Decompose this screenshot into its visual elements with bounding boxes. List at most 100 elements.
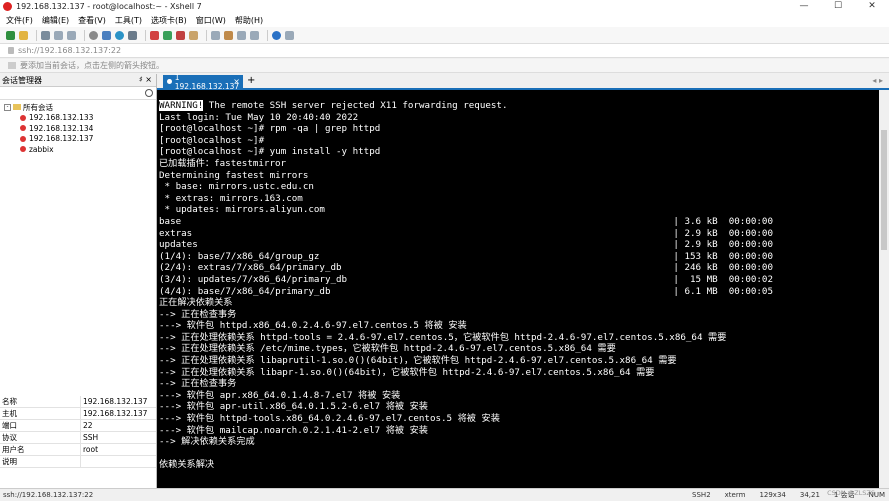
menu-tools[interactable]: 工具(T) [115,15,142,26]
menu-tabs[interactable]: 选项卡(B) [151,15,187,26]
menu-view[interactable]: 查看(V) [78,15,106,26]
search-icon[interactable] [145,89,153,97]
session-label: 192.168.132.137 [29,134,94,144]
property-key: 说明 [0,456,81,467]
property-value: 192.168.132.137 [83,409,148,418]
session-icon [20,135,26,142]
keyboard-icon[interactable] [211,30,220,40]
property-value: 192.168.132.137 [83,397,148,406]
menu-edit[interactable]: 编辑(E) [42,15,69,26]
scrollbar-thumb[interactable] [881,130,887,250]
record-icon[interactable] [176,30,185,40]
tree-folder-all-sessions[interactable]: - 所有会话 [0,102,156,113]
tab-nav-arrows-icon[interactable]: ◂ ▸ [872,76,883,85]
terminal-line: ---> 软件包 apr.x86_64.0.1.4.8-7.el7 将被 安装 [159,389,401,401]
terminal-line: WARNING! The remote SSH server rejected … [159,100,879,112]
tab-session-137[interactable]: 1 192.168.132.137 × [163,73,243,91]
session-manager-panel: 会话管理器 ♯ × - 所有会话 192.168.132.133 192.168… [0,74,157,488]
title-bar: 192.168.132.137 - root@localhost:~ - Xsh… [0,0,889,13]
property-value: 22 [83,421,93,430]
menu-help[interactable]: 帮助(H) [235,15,263,26]
terminal-line: * base: mirrors.ustc.edu.cn [159,181,314,193]
hint-text: 要添加当前会话，点击左侧的箭头按钮。 [20,61,164,70]
session-item[interactable]: 192.168.132.134 [0,123,156,134]
lock-icon[interactable] [189,30,198,40]
property-value [81,456,83,467]
session-manager-controls: ♯ × [139,75,152,84]
terminal-line: --> 正在检查事务 [159,378,237,390]
terminal-output[interactable]: WARNING! The remote SSH server rejected … [157,90,879,488]
terminal-line: Determining fastest mirrors [159,169,309,181]
fullscreen-icon[interactable] [237,30,246,40]
session-properties-table: 名称 192.168.132.137 主机 192.168.132.137 端口 22… [0,396,156,468]
tunnel-icon[interactable] [163,30,172,40]
terminal-line: (3/4): updates/7/x86_64/primary_db | 15 … [159,273,773,285]
terminal-line: extras | 2.9 kB 00:00:00 [159,227,773,239]
panel-close-icon[interactable]: × [145,75,152,84]
property-value: root [83,445,99,454]
toolbar-divider [267,29,268,41]
terminal-line: 依赖关系解决 [159,459,215,471]
status-address: ssh://192.168.132.137:22 [3,491,94,499]
terminal-line: * extras: mirrors.163.com [159,192,303,204]
close-button[interactable]: ✕ [855,0,889,13]
new-session-icon[interactable] [6,30,15,40]
compose-icon[interactable] [224,30,233,40]
session-icon [20,125,26,132]
help-icon[interactable] [272,30,281,40]
session-item[interactable]: 192.168.132.137 [0,134,156,145]
warning-message: The remote SSH server rejected X11 forwa… [203,100,508,111]
properties-icon[interactable] [102,30,111,40]
xshell-app-icon [3,2,12,11]
status-protocol: SSH2 [692,491,711,499]
info-icon [8,62,16,69]
terminal-line: Last login: Tue May 10 20:40:40 2022 [159,111,359,123]
globe-icon[interactable] [115,30,124,40]
watermark: CSDN @ZLSZS [827,489,875,497]
session-label: 192.168.132.134 [29,123,94,133]
property-row: 名称 192.168.132.137 [0,396,156,408]
terminal-line: 正在解决依赖关系 [159,297,233,309]
session-icon [20,114,26,121]
terminal-line: --> 正在处理依赖关系 httpd-tools = 2.4.6-97.el7.… [159,331,727,343]
add-tab-button[interactable]: + [247,75,255,86]
toolbar-divider [206,29,207,41]
status-cursor-pos: 34,21 [799,491,820,499]
menu-file[interactable]: 文件(F) [6,15,33,26]
reconnect-icon[interactable] [41,30,50,40]
open-folder-icon[interactable] [19,30,28,40]
minimize-button[interactable]: — [787,0,821,13]
font-icon[interactable] [128,30,137,40]
address-text[interactable]: ssh://192.168.132.137:22 [18,46,121,55]
xftp-icon[interactable] [150,30,159,40]
toolbar-divider [145,29,146,41]
tab-close-icon[interactable]: × [233,77,240,86]
session-item[interactable]: zabbix [0,144,156,155]
terminal-line: [root@localhost ~]# rpm -qa | grep httpd [159,123,381,135]
copy-icon[interactable] [54,30,63,40]
tab-strip: 1 192.168.132.137 × + ◂ ▸ [157,73,889,91]
menu-window[interactable]: 窗口(W) [196,15,226,26]
session-label: 192.168.132.133 [29,113,94,123]
chat-icon[interactable] [285,30,294,40]
layout-icon[interactable] [250,30,259,40]
collapse-icon[interactable]: - [4,103,11,111]
maximize-button[interactable]: ☐ [821,0,855,13]
session-manager-header: 会话管理器 ♯ × [0,74,156,87]
paste-icon[interactable] [67,30,76,40]
property-value: SSH [83,433,99,442]
find-icon[interactable] [89,30,98,40]
property-row: 说明 [0,456,156,468]
terminal-line: ---> 软件包 mailcap.noarch.0.2.1.41-2.el7 将… [159,424,428,436]
terminal-line: 已加载插件：fastestmirror [159,157,287,169]
session-item[interactable]: 192.168.132.133 [0,113,156,124]
property-row: 主机 192.168.132.137 [0,408,156,420]
property-key: 用户名 [0,444,81,455]
toolbar [0,27,889,44]
address-bar[interactable]: ssh://192.168.132.137:22 [0,44,889,58]
session-search-input[interactable] [0,87,156,100]
pin-icon[interactable]: ♯ [139,75,143,84]
terminal-scrollbar[interactable] [879,90,889,488]
session-label: zabbix [29,144,54,154]
